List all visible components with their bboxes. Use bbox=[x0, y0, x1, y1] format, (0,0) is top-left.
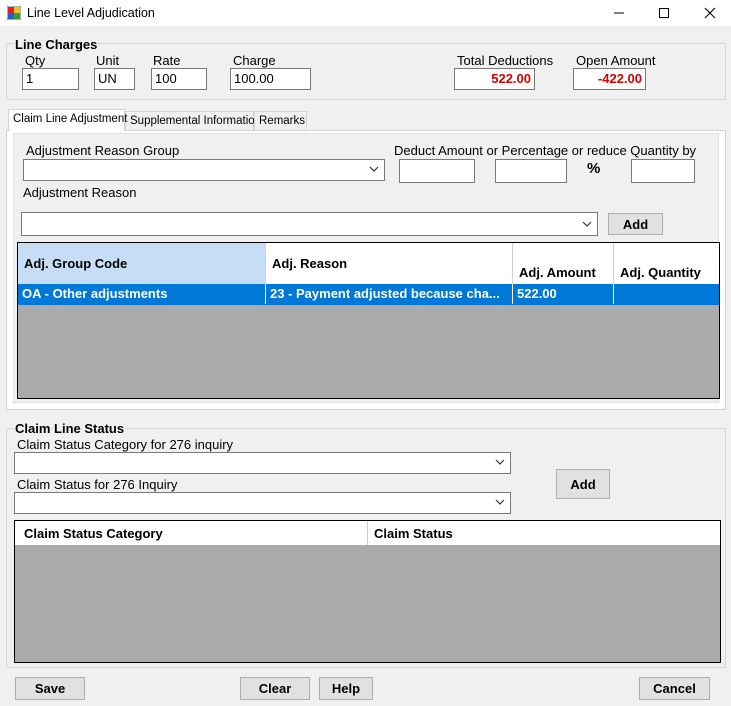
deduct-amount-field[interactable] bbox=[399, 159, 475, 183]
add-adjustment-button[interactable]: Add bbox=[608, 213, 663, 235]
claim-status-grid: Claim Status Category Claim Status bbox=[14, 520, 721, 663]
cell-reason: 23 - Payment adjusted because cha... bbox=[266, 284, 513, 304]
adjustment-reason-group-label: Adjustment Reason Group bbox=[26, 143, 180, 158]
app-icon bbox=[7, 6, 21, 20]
claim-line-status-title: Claim Line Status bbox=[14, 421, 126, 436]
column-header-claim-status-category[interactable]: Claim Status Category bbox=[15, 521, 368, 545]
rate-field[interactable]: 100 bbox=[151, 68, 207, 90]
column-header-group-code[interactable]: Adj. Group Code bbox=[18, 243, 266, 284]
close-button[interactable] bbox=[687, 0, 731, 26]
chevron-down-icon bbox=[582, 221, 592, 227]
help-button[interactable]: Help bbox=[319, 677, 373, 700]
table-row[interactable]: OA - Other adjustments 23 - Payment adju… bbox=[18, 284, 719, 305]
open-amount-value: -422.00 bbox=[573, 68, 646, 90]
column-header-amount[interactable]: Adj. Amount bbox=[513, 243, 614, 284]
chevron-down-icon bbox=[495, 459, 505, 465]
adjustment-grid: Adj. Group Code Adj. Reason Adj. Amount … bbox=[17, 242, 720, 399]
deduct-label: Deduct Amount or Percentage or reduce Qu… bbox=[394, 143, 697, 158]
adjustment-reason-select[interactable] bbox=[21, 212, 598, 236]
minimize-button[interactable] bbox=[596, 0, 642, 26]
tab-supplemental-information[interactable]: Supplemental Information bbox=[125, 111, 261, 131]
cell-amount: 522.00 bbox=[513, 284, 614, 304]
column-header-reason[interactable]: Adj. Reason bbox=[266, 243, 513, 284]
add-claim-status-button[interactable]: Add bbox=[556, 469, 610, 499]
window-title: Line Level Adjudication bbox=[27, 6, 155, 20]
minimize-icon bbox=[614, 12, 624, 14]
maximize-button[interactable] bbox=[641, 0, 687, 26]
charge-field[interactable]: 100.00 bbox=[230, 68, 311, 90]
claim-status-category-select[interactable] bbox=[14, 452, 511, 474]
close-icon bbox=[704, 7, 716, 19]
rate-label: Rate bbox=[153, 53, 181, 68]
cell-group-code: OA - Other adjustments bbox=[18, 284, 266, 304]
claim-status-label: Claim Status for 276 Inquiry bbox=[17, 477, 178, 492]
claim-status-category-label: Claim Status Category for 276 inquiry bbox=[17, 437, 234, 452]
qty-field[interactable]: 1 bbox=[22, 68, 79, 90]
chevron-down-icon bbox=[369, 166, 379, 172]
reduce-quantity-field[interactable] bbox=[631, 159, 695, 183]
column-header-claim-status[interactable]: Claim Status bbox=[368, 521, 720, 545]
chevron-down-icon bbox=[495, 499, 505, 505]
charge-label: Charge bbox=[233, 53, 276, 68]
tab-claim-line-adjustment[interactable]: Claim Line Adjustment bbox=[8, 109, 127, 131]
adjustment-reason-group-select[interactable] bbox=[23, 159, 385, 181]
column-header-quantity[interactable]: Adj. Quantity bbox=[614, 243, 719, 284]
total-deductions-label: Total Deductions bbox=[457, 53, 554, 68]
cancel-button[interactable]: Cancel bbox=[639, 677, 710, 700]
qty-label: Qty bbox=[25, 53, 46, 68]
unit-field[interactable]: UN bbox=[94, 68, 135, 90]
adjustment-reason-label: Adjustment Reason bbox=[23, 185, 137, 200]
title-bar: Line Level Adjudication bbox=[0, 0, 731, 26]
percent-symbol: % bbox=[587, 160, 601, 177]
maximize-icon bbox=[659, 8, 669, 18]
total-deductions-value: 522.00 bbox=[454, 68, 535, 90]
deduct-percent-field[interactable] bbox=[495, 159, 567, 183]
clear-button[interactable]: Clear bbox=[240, 677, 310, 700]
open-amount-label: Open Amount bbox=[576, 53, 656, 68]
line-charges-title: Line Charges bbox=[14, 37, 99, 52]
tab-remarks[interactable]: Remarks bbox=[254, 111, 307, 131]
claim-status-select[interactable] bbox=[14, 492, 511, 514]
save-button[interactable]: Save bbox=[15, 677, 85, 700]
cell-quantity bbox=[614, 284, 719, 304]
claim-status-grid-header: Claim Status Category Claim Status bbox=[15, 521, 720, 545]
adjustment-grid-header: Adj. Group Code Adj. Reason Adj. Amount … bbox=[18, 243, 719, 284]
unit-label: Unit bbox=[96, 53, 120, 68]
